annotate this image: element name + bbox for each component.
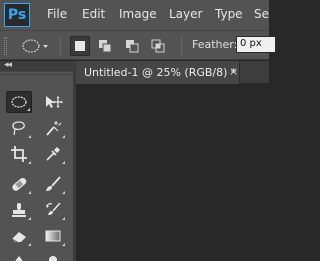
dodge-icon [49, 256, 57, 261]
tool-flyout-indicator [28, 217, 31, 220]
tool-spot-healing-brush[interactable] [6, 173, 32, 195]
photoshop-logo[interactable]: Ps [4, 3, 30, 27]
new-selection-icon [75, 41, 85, 51]
lasso-icon [12, 121, 25, 136]
subtract-selection-icon [126, 40, 139, 53]
document-tab-title: Untitled-1 @ 25% (RGB/8) * [84, 66, 237, 79]
document-tab[interactable]: Untitled-1 @ 25% (RGB/8) * [76, 61, 240, 84]
add-selection-icon [99, 40, 112, 53]
options-separator [60, 36, 61, 56]
menu-select[interactable]: Se [254, 7, 269, 21]
tool-gradient[interactable] [40, 225, 66, 247]
eraser-icon [11, 232, 26, 243]
menu-file[interactable]: File [47, 7, 67, 21]
tool-preset-picker[interactable] [20, 38, 50, 54]
tool-flyout-indicator [62, 161, 65, 164]
add-to-selection-button[interactable] [97, 38, 113, 54]
tool-crop[interactable] [6, 143, 32, 165]
tools-panel-grip[interactable] [0, 71, 73, 75]
menu-type[interactable]: Type [215, 7, 243, 21]
rectangular-marquee-icon [11, 96, 27, 108]
subtract-from-selection-button[interactable] [124, 38, 140, 54]
tool-magic-wand[interactable] [40, 117, 66, 139]
magic-wand-icon [46, 121, 62, 136]
brush-icon [46, 176, 61, 191]
stamp-icon [12, 203, 26, 217]
tool-move[interactable] [40, 91, 66, 113]
tool-dodge[interactable] [40, 251, 66, 261]
feather-label: Feather: [192, 38, 238, 51]
document-canvas-area[interactable] [76, 84, 269, 261]
options-bar-grip[interactable] [4, 37, 7, 55]
tool-flyout-indicator [62, 243, 65, 246]
tool-history-brush[interactable] [40, 199, 66, 221]
tool-flyout-indicator [28, 135, 31, 138]
intersect-selection-icon [151, 39, 165, 53]
new-selection-button[interactable] [70, 36, 90, 56]
tool-eyedropper[interactable] [40, 143, 66, 165]
tool-clone-stamp[interactable] [6, 199, 32, 221]
intersect-selection-button[interactable] [150, 38, 166, 54]
tool-lasso[interactable] [6, 117, 32, 139]
tool-flyout-indicator [27, 108, 30, 111]
tool-flyout-indicator [62, 135, 65, 138]
menu-layer[interactable]: Layer [169, 7, 202, 21]
tool-rectangular-marquee[interactable] [6, 91, 32, 113]
move-icon [46, 96, 63, 108]
feather-input[interactable]: 0 px [236, 36, 276, 53]
history-brush-icon [46, 202, 61, 215]
tool-flyout-indicator [62, 191, 65, 194]
collapse-panel-icon[interactable]: ◂◂ [4, 60, 12, 70]
eyedropper-icon [46, 147, 60, 161]
tool-eraser[interactable] [6, 225, 32, 247]
ellipse-marquee-icon [22, 39, 48, 53]
tool-flyout-indicator [62, 217, 65, 220]
blur-drop-icon [15, 256, 23, 261]
gradient-icon [45, 230, 61, 242]
crop-icon [11, 146, 27, 162]
menu-edit[interactable]: Edit [82, 7, 105, 21]
menu-image[interactable]: Image [119, 7, 157, 21]
menu-bar: Ps File Edit Image Layer Type Se [0, 0, 269, 30]
tool-flyout-indicator [28, 161, 31, 164]
tool-flyout-indicator [28, 243, 31, 246]
options-separator [181, 36, 182, 56]
tool-brush[interactable] [40, 173, 66, 195]
tool-blur[interactable] [6, 251, 32, 261]
tool-flyout-indicator [28, 191, 31, 194]
close-tab-icon[interactable]: × [229, 65, 238, 78]
bandage-icon [12, 177, 27, 191]
